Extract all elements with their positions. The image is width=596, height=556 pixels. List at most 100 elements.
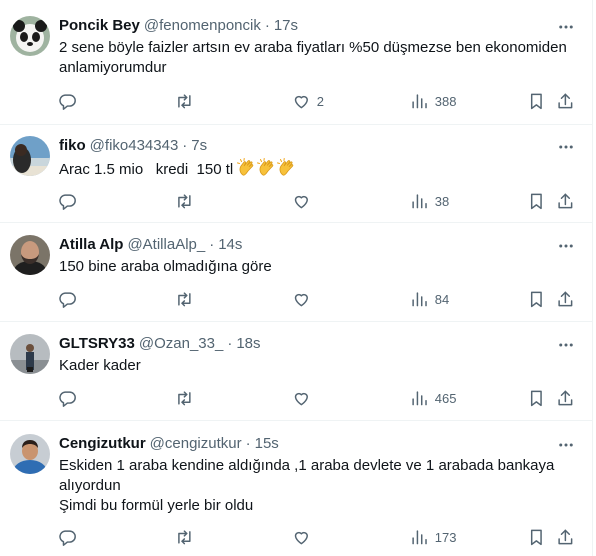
heart-icon <box>294 392 308 405</box>
display-name[interactable]: Cengizutkur <box>59 435 146 452</box>
retweet-button[interactable] <box>175 527 194 547</box>
bookmark-button[interactable] <box>527 91 546 111</box>
share-button[interactable] <box>556 91 575 111</box>
separator-dot: · <box>245 434 251 452</box>
avatar[interactable] <box>10 235 50 275</box>
bookmark-icon <box>530 193 542 209</box>
share-icon <box>558 291 573 306</box>
more-button[interactable] <box>556 236 576 256</box>
tweet-item[interactable]: Cengizutkur @cengizutkur · 15s Eskiden 1… <box>0 421 592 556</box>
avatar[interactable] <box>10 334 50 374</box>
user-handle[interactable]: @fiko434343 <box>90 137 179 154</box>
display-name[interactable]: Poncik Bey <box>59 17 140 34</box>
retweet-button[interactable] <box>175 91 194 111</box>
reply-icon <box>59 194 76 210</box>
share-icon <box>558 193 573 208</box>
timestamp[interactable]: 18s <box>236 335 260 352</box>
tweet-header: Atilla Alp @AtillaAlp_ · 14s <box>59 234 242 254</box>
heart-icon <box>294 531 308 544</box>
timestamp[interactable]: 17s <box>274 17 298 34</box>
tweet-text: Arac 1.5 mio kredi 150 tl <box>59 158 584 180</box>
timestamp[interactable]: 15s <box>255 435 279 452</box>
more-button[interactable] <box>556 137 576 157</box>
reply-icon <box>59 292 76 308</box>
user-handle[interactable]: @fenomenponcik <box>144 17 261 34</box>
tweet-item[interactable]: Poncik Bey @fenomenponcik · 17s 2 sene b… <box>0 0 592 125</box>
display-name[interactable]: Atilla Alp <box>59 236 123 253</box>
timestamp[interactable]: 7s <box>191 137 207 154</box>
views-button[interactable]: 84 <box>410 289 449 309</box>
like-button[interactable] <box>292 191 311 211</box>
tweet-text-line: 2 sene böyle faizler artsın ev araba fiy… <box>59 39 567 56</box>
share-icon <box>558 93 573 108</box>
like-button[interactable] <box>292 527 311 547</box>
share-button[interactable] <box>556 388 575 408</box>
reply-icon <box>59 530 76 546</box>
share-icon <box>558 390 573 405</box>
views-icon <box>412 292 427 306</box>
like-button[interactable]: 2 <box>292 91 324 111</box>
views-icon <box>412 94 427 108</box>
more-button[interactable] <box>556 435 576 455</box>
views-button[interactable]: 38 <box>410 191 449 211</box>
display-name[interactable]: fiko <box>59 137 86 154</box>
more-button[interactable] <box>556 335 576 355</box>
heart-icon <box>294 195 308 208</box>
view-count: 173 <box>434 529 457 545</box>
tweet-actions: 2 388 <box>0 91 592 111</box>
reply-button[interactable] <box>58 527 77 547</box>
retweet-button[interactable] <box>175 388 194 408</box>
tweet-text-line: anlamiyorumdur <box>59 59 167 76</box>
more-icon <box>559 443 573 447</box>
tweet-header: Cengizutkur @cengizutkur · 15s <box>59 433 279 453</box>
timestamp[interactable]: 14s <box>218 236 242 253</box>
bookmark-button[interactable] <box>527 191 546 211</box>
tweet-actions: 84 <box>0 289 592 309</box>
bookmark-button[interactable] <box>527 527 546 547</box>
reply-button[interactable] <box>58 91 77 111</box>
views-button[interactable]: 173 <box>410 527 456 547</box>
tweet-item[interactable]: fiko @fiko434343 · 7s Arac 1.5 mio kredi… <box>0 125 592 223</box>
bookmark-button[interactable] <box>527 388 546 408</box>
share-button[interactable] <box>556 289 575 309</box>
view-count: 465 <box>434 390 457 406</box>
reply-icon <box>59 391 76 407</box>
retweet-button[interactable] <box>175 289 194 309</box>
user-handle[interactable]: @AtillaAlp_ <box>127 236 205 253</box>
tweet-actions: 38 <box>0 191 592 211</box>
like-button[interactable] <box>292 289 311 309</box>
bookmark-icon <box>530 390 542 406</box>
tweet-item[interactable]: GLTSRY33 @Ozan_33_ · 18s Kader kader 465 <box>0 322 592 421</box>
reply-button[interactable] <box>58 388 77 408</box>
views-icon <box>412 194 427 208</box>
views-button[interactable]: 388 <box>410 91 456 111</box>
bookmark-button[interactable] <box>527 289 546 309</box>
tweet-header: fiko @fiko434343 · 7s <box>59 135 207 155</box>
user-handle[interactable]: @cengizutkur <box>150 435 242 452</box>
like-button[interactable] <box>292 388 311 408</box>
tweet-text-line: Arac 1.5 mio kredi 150 tl <box>59 158 584 180</box>
tweet-text: 150 bine araba olmadığına göre <box>59 257 584 277</box>
views-icon <box>412 530 427 544</box>
avatar[interactable] <box>10 434 50 474</box>
tweet-text-line: alıyordun <box>59 477 121 494</box>
reply-button[interactable] <box>58 289 77 309</box>
retweet-button[interactable] <box>175 191 194 211</box>
avatar[interactable] <box>10 16 50 56</box>
share-button[interactable] <box>556 191 575 211</box>
avatar[interactable] <box>10 136 50 176</box>
heart-icon <box>294 293 308 306</box>
display-name[interactable]: GLTSRY33 <box>59 335 135 352</box>
tweet-item[interactable]: Atilla Alp @AtillaAlp_ · 14s 150 bine ar… <box>0 223 592 322</box>
retweet-icon <box>178 530 191 544</box>
more-button[interactable] <box>556 17 576 37</box>
tweet-text-line: Kader kader <box>59 357 141 374</box>
reply-icon <box>59 94 76 110</box>
tweet-header: GLTSRY33 @Ozan_33_ · 18s <box>59 333 261 353</box>
views-button[interactable]: 465 <box>410 388 456 408</box>
share-button[interactable] <box>556 527 575 547</box>
view-count: 38 <box>434 193 450 209</box>
reply-button[interactable] <box>58 191 77 211</box>
user-handle[interactable]: @Ozan_33_ <box>139 335 223 352</box>
tweet-actions: 465 <box>0 388 592 408</box>
